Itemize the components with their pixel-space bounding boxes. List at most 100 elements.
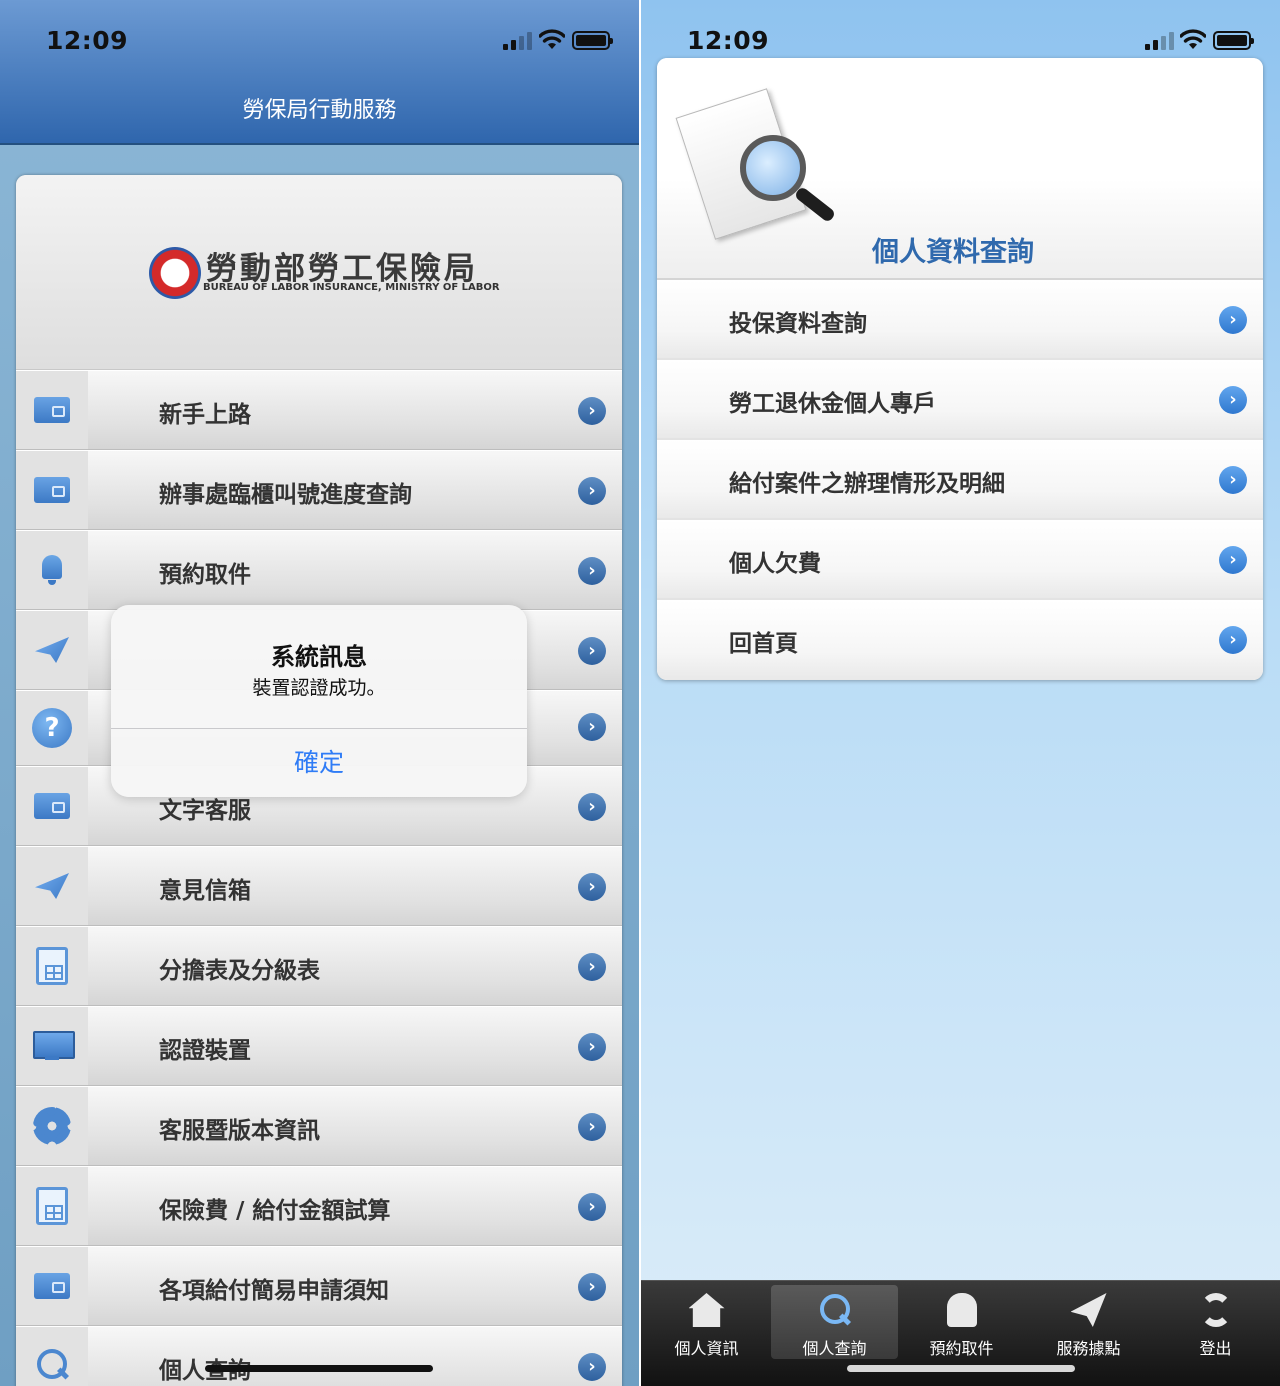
gear-icon xyxy=(33,1107,71,1145)
wifi-icon xyxy=(1180,29,1206,49)
dialog-title: 系統訊息 xyxy=(271,643,367,671)
chevron-right-icon: › xyxy=(1219,386,1247,414)
wifi-icon xyxy=(539,29,565,49)
page-title: 個人資料查詢 xyxy=(872,237,1034,268)
menu-item-support-version-info[interactable]: 客服暨版本資訊 › xyxy=(16,1086,622,1166)
chevron-right-icon: › xyxy=(578,557,606,585)
status-time: 12:09 xyxy=(687,26,770,55)
menu-item-personal-inquiry[interactable]: 個人查詢 › xyxy=(16,1326,622,1386)
cellular-signal-icon xyxy=(503,32,532,50)
help-icon: ? xyxy=(32,708,72,748)
refresh-icon xyxy=(1199,1293,1232,1327)
chevron-right-icon: › xyxy=(1219,306,1247,334)
spreadsheet-icon xyxy=(36,947,68,985)
tab-personal-inquiry[interactable]: 個人查詢 xyxy=(771,1285,898,1359)
tab-label: 個人資訊 xyxy=(674,1339,739,1358)
magnifier-icon xyxy=(33,1347,71,1385)
chevron-right-icon: › xyxy=(578,793,606,821)
status-bar: 12:09 xyxy=(0,0,639,80)
wallet-icon xyxy=(34,397,70,423)
tab-logout[interactable]: 登出 xyxy=(1152,1285,1279,1359)
menu-item-benefit-application-guide[interactable]: 各項給付簡易申請須知 › xyxy=(16,1246,622,1326)
paper-plane-icon xyxy=(1070,1293,1107,1327)
chevron-right-icon: › xyxy=(1219,546,1247,574)
tab-pickup-appointment[interactable]: 預約取件 xyxy=(898,1285,1025,1359)
chevron-right-icon: › xyxy=(578,1353,606,1381)
chevron-right-icon: › xyxy=(578,1193,606,1221)
menu-item-label: 各項給付簡易申請須知 xyxy=(159,1278,389,1304)
menu-item-label: 分擔表及分級表 xyxy=(159,958,320,984)
agency-name-english: BUREAU OF LABOR INSURANCE, MINISTRY OF L… xyxy=(203,282,500,293)
paper-plane-icon xyxy=(35,637,69,663)
chevron-right-icon: › xyxy=(578,1273,606,1301)
agency-emblem-icon xyxy=(149,247,201,299)
nav-title: 勞保局行動服務 xyxy=(242,98,397,123)
wallet-icon xyxy=(34,477,70,503)
menu-item-label: 預約取件 xyxy=(159,562,251,588)
battery-icon xyxy=(572,31,613,50)
menu-item-label: 新手上路 xyxy=(159,402,251,428)
menu-item-pickup-appointment[interactable]: 預約取件 › xyxy=(16,530,622,610)
menu-item-device-authentication[interactable]: 認證裝置 › xyxy=(16,1006,622,1086)
menu-item-label: 勞工退休金個人專戶 xyxy=(729,391,936,417)
chevron-right-icon: › xyxy=(578,1033,606,1061)
tab-label: 個人查詢 xyxy=(802,1339,867,1358)
personal-inquiry-card: 個人資料查詢 投保資料查詢 › 勞工退休金個人專戶 › 給付案件之辦理情形及明細… xyxy=(657,58,1263,680)
wallet-icon xyxy=(34,1273,70,1299)
menu-item-label: 辦事處臨櫃叫號進度查詢 xyxy=(159,482,412,508)
tab-label: 預約取件 xyxy=(929,1339,994,1358)
chevron-right-icon: › xyxy=(578,637,606,665)
menu-item-pension-account[interactable]: 勞工退休金個人專戶 › xyxy=(657,360,1263,440)
menu-item-back-home[interactable]: 回首頁 › xyxy=(657,600,1263,680)
menu-item-label: 回首頁 xyxy=(729,631,798,657)
tab-personal-info[interactable]: 個人資訊 xyxy=(643,1285,770,1359)
menu-item-label: 給付案件之辦理情形及明細 xyxy=(729,471,1005,497)
menu-item-personal-arrears[interactable]: 個人欠費 › xyxy=(657,520,1263,600)
chevron-right-icon: › xyxy=(578,1113,606,1141)
menu-item-label: 保險費 / 給付金額試算 xyxy=(159,1198,391,1224)
tab-service-locations[interactable]: 服務據點 xyxy=(1025,1285,1152,1359)
personal-inquiry-header: 個人資料查詢 xyxy=(657,58,1263,280)
home-indicator[interactable] xyxy=(205,1365,433,1372)
menu-item-insurance-records[interactable]: 投保資料查詢 › xyxy=(657,280,1263,360)
paper-plane-icon xyxy=(35,873,69,899)
menu-item-label: 投保資料查詢 xyxy=(729,311,867,337)
wallet-icon xyxy=(34,793,70,819)
tab-label: 服務據點 xyxy=(1056,1339,1121,1358)
battery-icon xyxy=(1213,31,1254,50)
monitor-icon xyxy=(33,1031,75,1061)
agency-logo-banner: 勞動部勞工保險局 BUREAU OF LABOR INSURANCE, MINI… xyxy=(16,175,622,370)
search-icon xyxy=(817,1293,853,1327)
menu-item-benefit-case-status[interactable]: 給付案件之辦理情形及明細 › xyxy=(657,440,1263,520)
chevron-right-icon: › xyxy=(1219,626,1247,654)
menu-item-contribution-tables[interactable]: 分擔表及分級表 › xyxy=(16,926,622,1006)
dialog-message: 裝置認證成功。 xyxy=(252,677,386,699)
menu-item-label: 認證裝置 xyxy=(159,1038,251,1064)
chevron-right-icon: › xyxy=(1219,466,1247,494)
menu-item-premium-calculator[interactable]: 保險費 / 給付金額試算 › xyxy=(16,1166,622,1246)
confirm-button[interactable]: 確定 xyxy=(111,729,527,797)
system-message-dialog: 系統訊息 裝置認證成功。 確定 xyxy=(111,605,527,797)
left-phone-screen: 勞保局行動服務 12:09 勞動部勞工保險局 BUREAU OF LABOR I… xyxy=(0,0,639,1386)
chevron-right-icon: › xyxy=(578,477,606,505)
chevron-right-icon: › xyxy=(578,397,606,425)
tab-label: 登出 xyxy=(1199,1339,1232,1358)
chevron-right-icon: › xyxy=(578,873,606,901)
menu-item-counter-queue-status[interactable]: 辦事處臨櫃叫號進度查詢 › xyxy=(16,450,622,530)
document-search-icon xyxy=(675,80,837,250)
bell-icon xyxy=(946,1293,977,1327)
bell-icon xyxy=(38,553,66,587)
home-indicator[interactable] xyxy=(847,1365,1075,1372)
menu-item-getting-started[interactable]: 新手上路 › xyxy=(16,370,622,450)
menu-item-feedback-mailbox[interactable]: 意見信箱 › xyxy=(16,846,622,926)
menu-item-label: 意見信箱 xyxy=(159,878,251,904)
status-time: 12:09 xyxy=(46,26,129,55)
menu-item-label: 客服暨版本資訊 xyxy=(159,1118,320,1144)
right-phone-screen: 12:09 個人資料查詢 投保資料查詢 › 勞工退休金個人專戶 › 給付案件之辦… xyxy=(641,0,1280,1386)
house-icon xyxy=(688,1293,725,1327)
chevron-right-icon: › xyxy=(578,713,606,741)
cellular-signal-icon xyxy=(1145,32,1174,50)
chevron-right-icon: › xyxy=(578,953,606,981)
menu-item-label: 個人欠費 xyxy=(729,551,821,577)
spreadsheet-icon xyxy=(36,1187,68,1225)
